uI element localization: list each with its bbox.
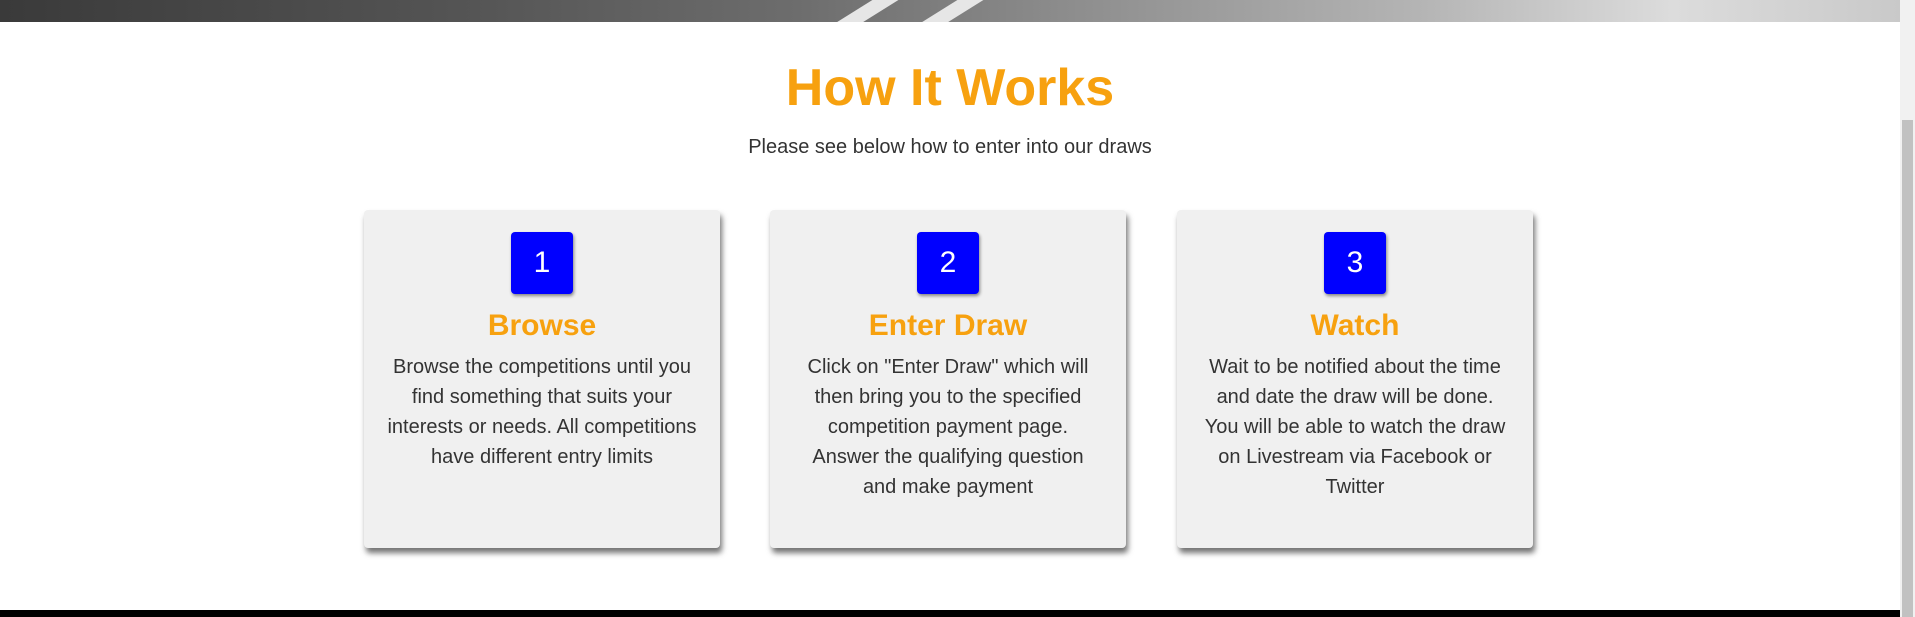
step-number-badge: 3 bbox=[1324, 232, 1386, 294]
step-card-watch: 3 Watch Wait to be notified about the ti… bbox=[1177, 210, 1533, 548]
section-title: How It Works bbox=[785, 59, 1115, 117]
step-title: Watch bbox=[1310, 309, 1400, 342]
step-card-enter-draw: 2 Enter Draw Click on "Enter Draw" which… bbox=[770, 210, 1126, 548]
step-title: Browse bbox=[487, 309, 597, 342]
step-title: Enter Draw bbox=[868, 309, 1028, 342]
step-description: Click on "Enter Draw" which will then br… bbox=[807, 356, 1089, 498]
step-description: Browse the competitions until you find s… bbox=[387, 356, 697, 468]
page-scrollbar[interactable] bbox=[1900, 0, 1915, 617]
road-stripe bbox=[817, 0, 909, 22]
step-card-browse: 1 Browse Browse the competitions until y… bbox=[364, 210, 720, 548]
step-number-badge: 1 bbox=[511, 232, 573, 294]
step-description: Wait to be notified about the time and d… bbox=[1204, 356, 1506, 498]
road-stripe bbox=[902, 0, 994, 22]
step-number-badge: 2 bbox=[917, 232, 979, 294]
section-subtitle: Please see below how to enter into our d… bbox=[748, 136, 1152, 158]
scrollbar-thumb[interactable] bbox=[1902, 120, 1913, 617]
footer-strip bbox=[0, 610, 1900, 617]
hero-banner-image bbox=[0, 0, 1900, 22]
